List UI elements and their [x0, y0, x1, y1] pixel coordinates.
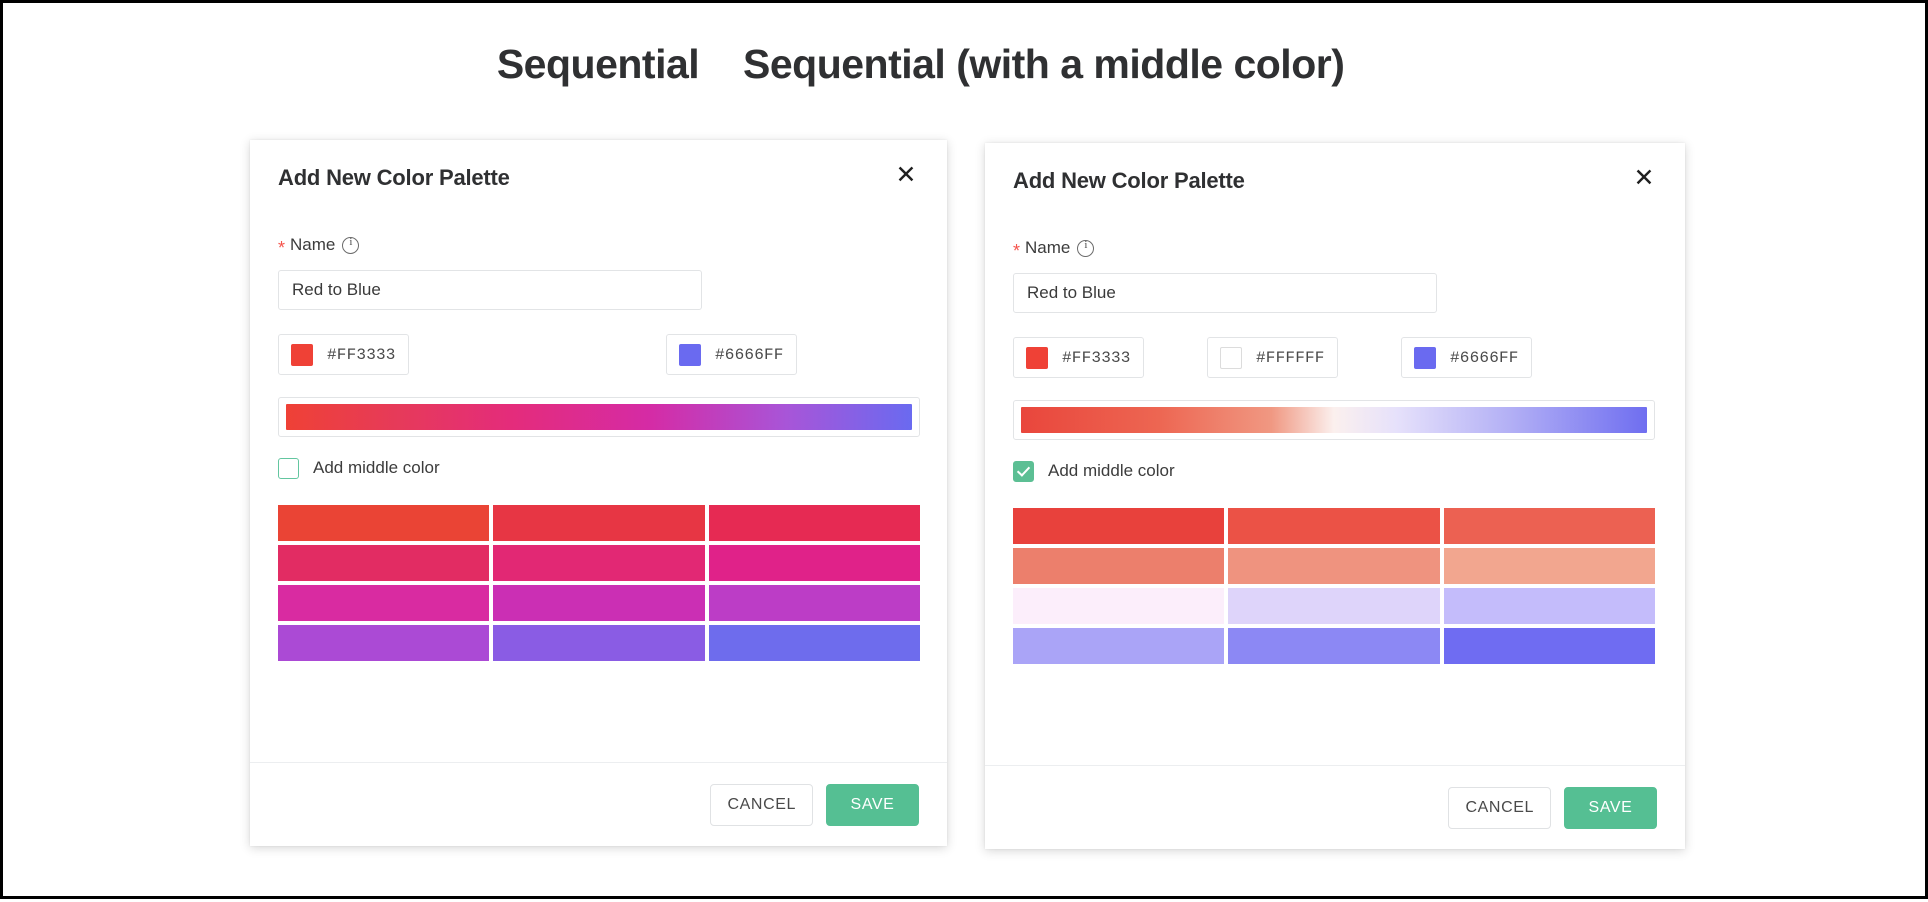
- palette-swatch-cell[interactable]: [1228, 508, 1439, 544]
- palette-swatch-cell[interactable]: [1228, 628, 1439, 664]
- palette-swatch-cell[interactable]: [1444, 628, 1655, 664]
- palette-swatch-cell[interactable]: [1013, 548, 1224, 584]
- end-color-chip[interactable]: #6666FF: [1401, 337, 1532, 378]
- add-middle-color-checkbox-row[interactable]: Add middle color: [278, 456, 919, 480]
- name-label-text: Name: [290, 235, 335, 255]
- palette-name-input[interactable]: [278, 270, 702, 310]
- save-button[interactable]: SAVE: [1564, 787, 1657, 829]
- start-color-chip[interactable]: #FF3333: [278, 334, 409, 375]
- start-color-swatch: [291, 344, 313, 366]
- palette-swatch-cell[interactable]: [278, 585, 489, 621]
- dialog-title: Add New Color Palette: [278, 165, 510, 191]
- close-icon[interactable]: ✕: [1629, 163, 1659, 193]
- name-field-label: * Name: [278, 234, 919, 256]
- dialog-header: Add New Color Palette ✕: [985, 143, 1685, 217]
- dialog-body: * Name #FF3333 #6666FF: [250, 234, 947, 661]
- palette-swatch-cell[interactable]: [278, 625, 489, 661]
- dialog-body: * Name #FF3333 #FFFFFF: [985, 237, 1685, 664]
- palette-swatch-cell[interactable]: [709, 545, 920, 581]
- palette-swatch-grid: [1013, 508, 1655, 664]
- palette-swatch-grid: [278, 505, 920, 661]
- add-middle-color-checkbox-row[interactable]: Add middle color: [1013, 459, 1657, 483]
- add-middle-color-label: Add middle color: [1048, 461, 1175, 481]
- palette-swatch-cell[interactable]: [278, 505, 489, 541]
- palette-swatch-cell[interactable]: [709, 505, 920, 541]
- palette-swatch-cell[interactable]: [1444, 548, 1655, 584]
- start-color-swatch: [1026, 347, 1048, 369]
- end-color-hex: #6666FF: [715, 346, 784, 364]
- palette-swatch-cell[interactable]: [1013, 588, 1224, 624]
- gradient-bar: [1021, 407, 1647, 433]
- dialog-footer: CANCEL SAVE: [985, 765, 1685, 849]
- end-color-swatch: [1414, 347, 1436, 369]
- palette-swatch-cell[interactable]: [1228, 548, 1439, 584]
- gradient-bar: [286, 404, 912, 430]
- section-title-sequential-middle: Sequential (with a middle color): [743, 41, 1928, 88]
- required-asterisk: *: [278, 239, 285, 257]
- required-asterisk: *: [1013, 242, 1020, 260]
- add-middle-color-checkbox[interactable]: [1013, 461, 1034, 482]
- add-middle-color-label: Add middle color: [313, 458, 440, 478]
- add-color-palette-dialog-sequential: Add New Color Palette ✕ * Name #FF3333: [250, 140, 947, 846]
- palette-swatch-cell[interactable]: [493, 585, 704, 621]
- palette-swatch-cell[interactable]: [493, 505, 704, 541]
- palette-swatch-cell[interactable]: [493, 625, 704, 661]
- dialog-header: Add New Color Palette ✕: [250, 140, 947, 214]
- save-button[interactable]: SAVE: [826, 784, 919, 826]
- end-color-chip[interactable]: #6666FF: [666, 334, 797, 375]
- palette-swatch-cell[interactable]: [1013, 508, 1224, 544]
- palette-swatch-cell[interactable]: [1444, 508, 1655, 544]
- add-middle-color-checkbox[interactable]: [278, 458, 299, 479]
- palette-swatch-cell[interactable]: [278, 545, 489, 581]
- palette-swatch-cell[interactable]: [493, 545, 704, 581]
- canvas: Sequential Sequential (with a middle col…: [3, 3, 1928, 902]
- middle-color-swatch: [1220, 347, 1242, 369]
- color-chip-row: #FF3333 #FFFFFF #6666FF: [1013, 337, 1657, 378]
- cancel-button[interactable]: CANCEL: [710, 784, 813, 826]
- name-label-text: Name: [1025, 238, 1070, 258]
- start-color-hex: #FF3333: [1062, 349, 1131, 367]
- gradient-preview: [278, 397, 920, 437]
- palette-swatch-cell[interactable]: [709, 585, 920, 621]
- cancel-button[interactable]: CANCEL: [1448, 787, 1551, 829]
- info-circle-icon[interactable]: [1077, 240, 1094, 257]
- name-field-label: * Name: [1013, 237, 1657, 259]
- end-color-hex: #6666FF: [1450, 349, 1519, 367]
- palette-swatch-cell[interactable]: [709, 625, 920, 661]
- palette-name-input[interactable]: [1013, 273, 1437, 313]
- color-chip-row: #FF3333 #6666FF: [278, 334, 919, 375]
- start-color-chip[interactable]: #FF3333: [1013, 337, 1144, 378]
- close-icon[interactable]: ✕: [891, 160, 921, 190]
- dialog-footer: CANCEL SAVE: [250, 762, 947, 846]
- add-color-palette-dialog-sequential-middle: Add New Color Palette ✕ * Name #FF3333: [985, 143, 1685, 849]
- palette-swatch-cell[interactable]: [1013, 628, 1224, 664]
- dialog-title: Add New Color Palette: [1013, 168, 1245, 194]
- middle-color-chip[interactable]: #FFFFFF: [1207, 337, 1338, 378]
- info-circle-icon[interactable]: [342, 237, 359, 254]
- end-color-swatch: [679, 344, 701, 366]
- start-color-hex: #FF3333: [327, 346, 396, 364]
- page-frame: Sequential Sequential (with a middle col…: [0, 0, 1928, 899]
- palette-swatch-cell[interactable]: [1444, 588, 1655, 624]
- gradient-preview: [1013, 400, 1655, 440]
- palette-swatch-cell[interactable]: [1228, 588, 1439, 624]
- middle-color-hex: #FFFFFF: [1256, 349, 1325, 367]
